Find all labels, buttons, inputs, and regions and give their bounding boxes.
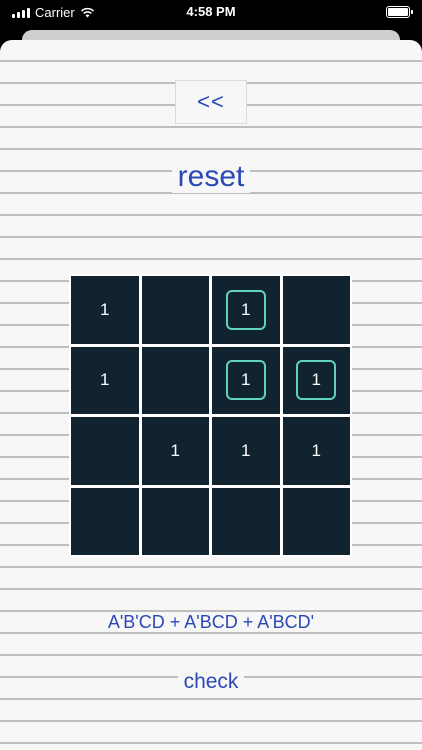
kmap-cell[interactable]	[282, 276, 350, 344]
kmap-cell[interactable]: 1	[212, 346, 280, 414]
cell-value: 1	[100, 370, 110, 390]
karnaugh-map-grid: 11111111	[69, 274, 352, 557]
kmap-cell[interactable]: 1	[71, 346, 139, 414]
clock: 4:58 PM	[186, 4, 236, 19]
lined-paper-sheet: << reset 11111111 A'B'CD + A'BCD + A'BCD…	[0, 40, 422, 750]
cell-value: 1	[100, 299, 110, 319]
reset-label: reset	[171, 160, 251, 193]
kmap-cell[interactable]: 1	[282, 417, 350, 485]
expression-text: A'B'CD + A'BCD + A'BCD'	[103, 612, 319, 632]
kmap-cell[interactable]	[282, 487, 350, 555]
kmap-cell[interactable]	[71, 417, 139, 485]
cell-value: 1	[311, 440, 321, 460]
kmap-cell[interactable]: 1	[212, 417, 280, 485]
back-button[interactable]: <<	[175, 80, 247, 124]
boolean-expression: A'B'CD + A'BCD + A'BCD'	[0, 612, 422, 633]
check-button[interactable]: check	[0, 670, 422, 694]
reset-button[interactable]: reset	[0, 160, 422, 194]
kmap-cell[interactable]	[141, 346, 209, 414]
selected-cell-value: 1	[225, 289, 266, 330]
kmap-cell[interactable]	[71, 487, 139, 555]
battery-icon	[386, 6, 413, 18]
kmap-cell[interactable]	[141, 487, 209, 555]
status-bar: Carrier 4:58 PM	[0, 0, 422, 26]
selected-cell-value: 1	[296, 360, 337, 401]
cell-value: 1	[241, 440, 251, 460]
selected-cell-value: 1	[225, 360, 266, 401]
kmap-cell[interactable]: 1	[71, 276, 139, 344]
kmap-cell[interactable]	[141, 276, 209, 344]
cell-value: 1	[170, 440, 180, 460]
kmap-cell[interactable]: 1	[141, 417, 209, 485]
kmap-cell[interactable]	[212, 487, 280, 555]
check-label: check	[177, 670, 245, 693]
kmap-cell[interactable]: 1	[212, 276, 280, 344]
kmap-cell[interactable]: 1	[282, 346, 350, 414]
